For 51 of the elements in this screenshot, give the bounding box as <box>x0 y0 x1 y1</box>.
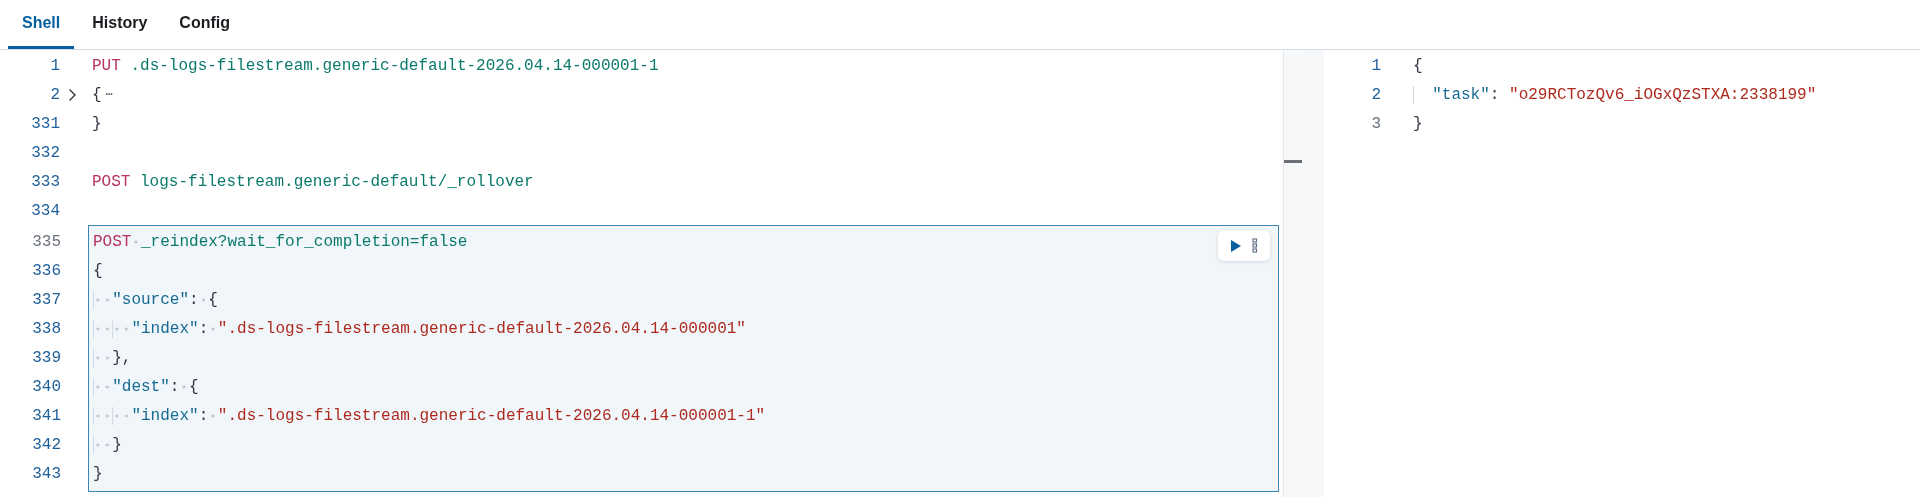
line-number: 338 <box>31 319 61 338</box>
line-number: 2 <box>1370 85 1381 104</box>
code-punctuation: } <box>93 464 103 483</box>
line-number: 343 <box>31 464 61 483</box>
vertical-dots-icon <box>1252 238 1258 253</box>
line-number: 1 <box>1370 56 1381 75</box>
line-number: 337 <box>31 290 61 309</box>
request-path: _reindex?wait_for_completion=false <box>131 232 468 251</box>
resize-handle[interactable] <box>1284 160 1302 163</box>
line-number: 335 <box>31 232 61 251</box>
line-number: 336 <box>31 261 61 280</box>
line-number: 331 <box>30 114 60 133</box>
code-punctuation: } <box>93 435 122 454</box>
code-punctuation: { <box>92 85 102 104</box>
code-punctuation: } <box>92 114 102 133</box>
line-number: 1 <box>49 56 60 75</box>
json-key: "task" <box>1413 85 1490 104</box>
line-number: 334 <box>30 201 60 220</box>
json-string: ".ds-logs-filestream.generic-default-2026.04.14-000001-1" <box>217 406 766 425</box>
line-number: 3 <box>1370 114 1381 133</box>
code-punctuation: { <box>1413 56 1423 75</box>
json-key: "index" <box>93 319 199 338</box>
fold-ellipsis: ⋯ <box>104 87 113 102</box>
json-key: "source" <box>93 290 189 309</box>
code-punctuation: } <box>1413 114 1423 133</box>
code-punctuation: { <box>93 261 103 280</box>
line-number: 2 <box>49 85 60 104</box>
http-method: PUT <box>92 56 121 75</box>
tab[interactable]: Shell <box>8 0 75 49</box>
json-key: "index" <box>93 406 199 425</box>
tab[interactable]: Config <box>165 0 244 49</box>
line-number: 333 <box>30 172 60 191</box>
play-icon <box>1230 238 1242 253</box>
line-number: 339 <box>31 348 61 367</box>
http-method: POST <box>93 232 132 251</box>
request-path: .ds-logs-filestream.generic-default-2026.04.14-000001-1 <box>129 56 659 75</box>
code-punctuation: : <box>1489 85 1501 104</box>
line-number: 341 <box>31 406 61 425</box>
code-punctuation: : { <box>169 377 199 396</box>
more-options-button[interactable] <box>1250 236 1260 255</box>
tab[interactable]: History <box>78 0 162 49</box>
code-punctuation: : { <box>189 290 218 309</box>
line-number: 342 <box>31 435 61 454</box>
line-number: 340 <box>31 377 61 396</box>
request-path: logs-filestream.generic-default/_rollover <box>139 172 534 191</box>
json-key: "dest" <box>93 377 170 396</box>
json-string: ".ds-logs-filestream.generic-default-2026.04.14-000001" <box>217 319 746 338</box>
fold-chevron-icon[interactable] <box>67 87 77 102</box>
line-number: 332 <box>30 143 60 162</box>
http-method: POST <box>92 172 131 191</box>
json-string: "o29RCTozQv6_iOGxQzSTXA:2338199" <box>1509 85 1817 104</box>
